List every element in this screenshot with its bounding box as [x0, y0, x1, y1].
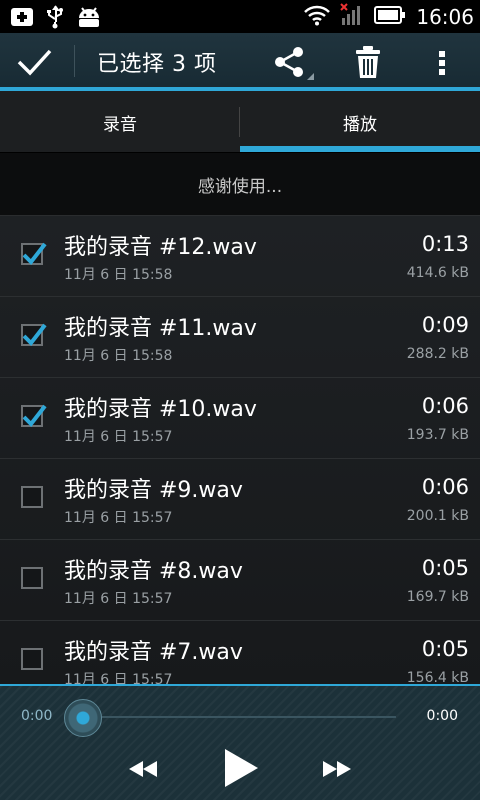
recording-row[interactable]: 我的录音 #7.wav 11月 6 日 15:57 0:05 156.4 kB	[0, 621, 480, 684]
recording-size: 288.2 kB	[406, 346, 469, 362]
trash-icon	[350, 46, 386, 87]
signal-icon	[340, 3, 364, 31]
play-button[interactable]	[222, 747, 260, 789]
recording-checkbox[interactable]	[21, 323, 47, 347]
player-controls: 0:00 0:00	[0, 684, 480, 800]
recording-size: 156.4 kB	[406, 670, 469, 684]
fast-forward-icon	[321, 761, 353, 784]
recording-name: 我的录音 #11.wav	[64, 316, 257, 341]
recording-date: 11月 6 日 15:57	[64, 672, 173, 684]
action-bar-divider	[74, 45, 75, 77]
delete-button[interactable]	[350, 43, 386, 83]
recording-row[interactable]: 我的录音 #11.wav 11月 6 日 15:58 0:09 288.2 kB	[0, 297, 480, 378]
selection-count-title: 已选择 3 项	[97, 52, 217, 77]
seek-thumb[interactable]	[64, 699, 102, 737]
recording-size: 414.6 kB	[406, 265, 469, 281]
recording-checkbox[interactable]	[21, 567, 43, 589]
tab-selected-indicator	[240, 146, 480, 152]
recording-duration: 0:06	[421, 394, 469, 418]
recording-name: 我的录音 #12.wav	[64, 235, 257, 260]
usb-icon	[46, 5, 64, 33]
recording-name: 我的录音 #10.wav	[64, 397, 257, 422]
rewind-button[interactable]	[127, 758, 159, 780]
recording-row[interactable]: 我的录音 #8.wav 11月 6 日 15:57 0:05 169.7 kB	[0, 540, 480, 621]
recording-duration: 0:06	[421, 475, 469, 499]
recording-size: 200.1 kB	[406, 508, 469, 524]
recording-date: 11月 6 日 15:58	[64, 267, 173, 283]
thanks-banner[interactable]: 感谢使用...	[0, 153, 480, 216]
done-button[interactable]	[14, 43, 56, 81]
android-icon	[76, 6, 102, 32]
recording-row[interactable]: 我的录音 #12.wav 11月 6 日 15:58 0:13 414.6 kB	[0, 216, 480, 297]
recording-duration: 0:05	[421, 637, 469, 661]
recording-checkbox[interactable]	[21, 648, 43, 670]
fast-forward-button[interactable]	[321, 758, 353, 780]
battery-icon	[374, 5, 406, 29]
rewind-icon	[127, 761, 159, 784]
recording-size: 169.7 kB	[406, 589, 469, 605]
recording-row[interactable]: 我的录音 #9.wav 11月 6 日 15:57 0:06 200.1 kB	[0, 459, 480, 540]
recording-date: 11月 6 日 15:57	[64, 510, 173, 526]
play-icon	[222, 749, 260, 793]
tab-playback[interactable]: 播放	[240, 91, 480, 153]
wifi-icon	[304, 4, 331, 30]
current-time: 0:00	[21, 708, 53, 724]
recording-name: 我的录音 #9.wav	[64, 478, 243, 503]
overflow-menu-icon	[430, 51, 454, 85]
recording-size: 193.7 kB	[406, 427, 469, 443]
status-bar: 16:06	[0, 0, 480, 33]
recording-list[interactable]: 我的录音 #12.wav 11月 6 日 15:58 0:13 414.6 kB 我的录…	[0, 216, 480, 684]
recording-duration: 0:05	[421, 556, 469, 580]
checkmark-icon	[22, 404, 47, 428]
recording-date: 11月 6 日 15:57	[64, 591, 173, 607]
recording-checkbox[interactable]	[21, 242, 47, 266]
recording-date: 11月 6 日 15:57	[64, 429, 173, 445]
recording-checkbox[interactable]	[21, 404, 47, 428]
recording-name: 我的录音 #8.wav	[64, 559, 243, 584]
usb-debugging-icon	[10, 6, 34, 32]
action-mode-bar: 已选择 3 项	[0, 33, 480, 91]
recording-row[interactable]: 我的录音 #10.wav 11月 6 日 15:57 0:06 193.7 kB	[0, 378, 480, 459]
tab-record[interactable]: 录音	[0, 91, 240, 153]
recording-name: 我的录音 #7.wav	[64, 640, 243, 665]
total-time: 0:00	[426, 708, 458, 724]
done-check-icon	[14, 49, 56, 85]
clock: 16:06	[416, 5, 474, 29]
share-icon	[270, 47, 316, 87]
overflow-menu-button[interactable]	[430, 45, 454, 81]
tab-bar: 录音 播放	[0, 91, 480, 153]
recording-checkbox[interactable]	[21, 486, 43, 508]
checkmark-icon	[22, 323, 47, 347]
recording-duration: 0:13	[421, 232, 469, 256]
seek-bar[interactable]	[66, 716, 396, 718]
recording-duration: 0:09	[421, 313, 469, 337]
share-button[interactable]	[270, 43, 316, 83]
checkmark-icon	[22, 242, 47, 266]
recording-date: 11月 6 日 15:58	[64, 348, 173, 364]
